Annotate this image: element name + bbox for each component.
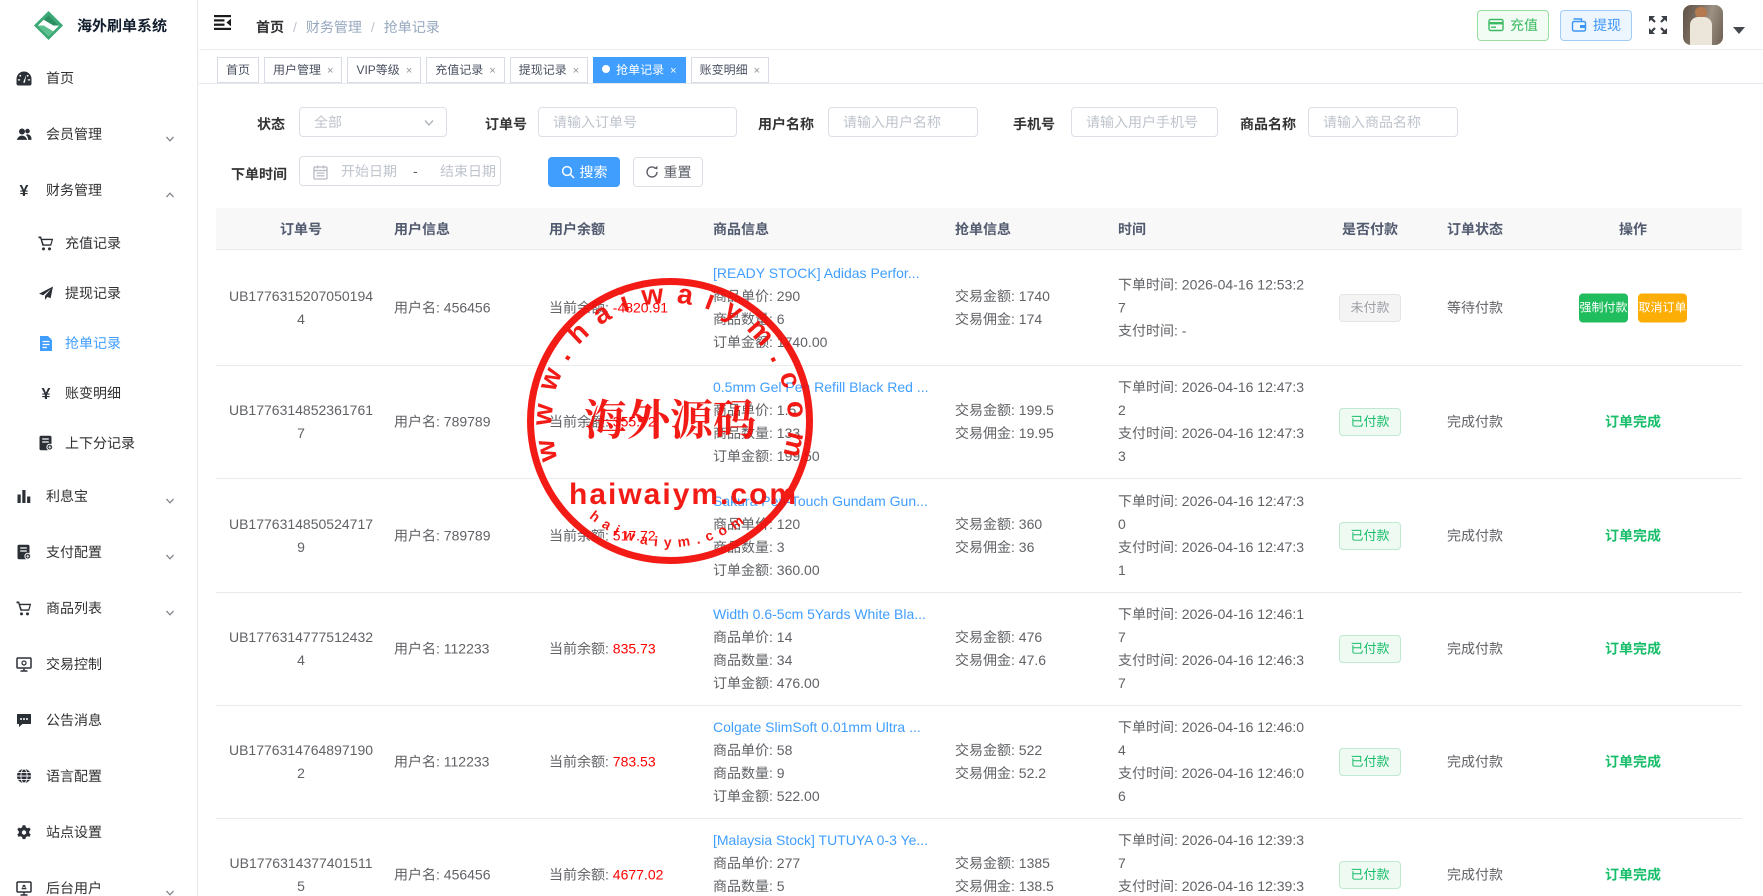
svg-text:haiwaiym.com: haiwaiym.com (569, 478, 798, 511)
svg-text:¥: ¥ (20, 183, 29, 199)
svg-text:¥: ¥ (42, 386, 51, 402)
svg-text:海外源码: 海外源码 (584, 398, 756, 445)
svg-text:haiwaiym.com: haiwaiym.com (587, 507, 752, 550)
